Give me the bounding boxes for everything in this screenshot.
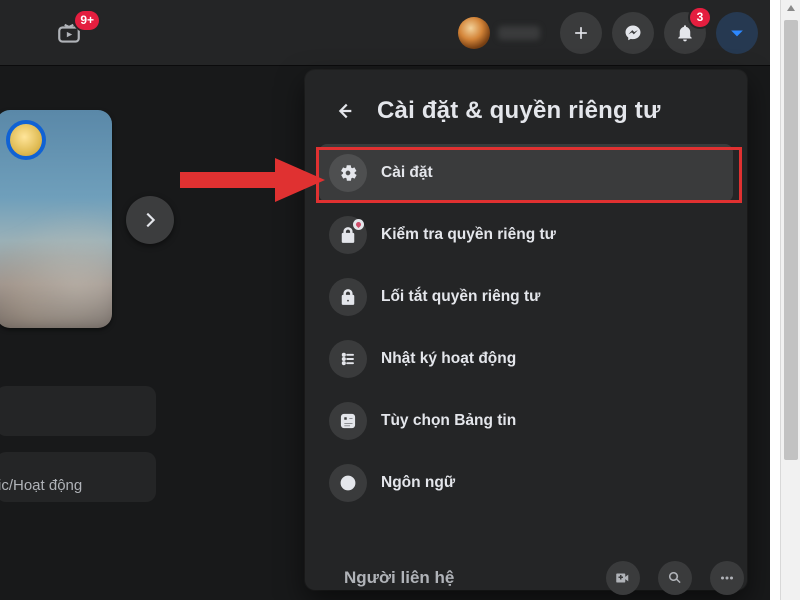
menu-item-activity-log[interactable]: Nhật ký hoạt động — [319, 330, 733, 388]
ellipsis-icon — [718, 569, 736, 587]
bell-icon — [675, 23, 695, 43]
account-menu-button[interactable] — [716, 12, 758, 54]
notifications-button[interactable]: 3 — [664, 12, 706, 54]
menu-item-label: Kiểm tra quyền riêng tư — [381, 226, 556, 244]
scrollbar-thumb[interactable] — [784, 20, 798, 460]
plus-icon — [571, 23, 591, 43]
story-avatar-ring — [6, 120, 46, 160]
back-button[interactable] — [325, 92, 363, 130]
profile-chip[interactable] — [455, 14, 550, 52]
stories-next-button[interactable] — [126, 196, 174, 244]
topbar: 9+ 3 — [0, 0, 770, 66]
panel-title: Cài đặt & quyền riêng tư — [377, 97, 661, 125]
settings-privacy-panel: Cài đặt & quyền riêng tư Cài đặt Kiểm tr… — [305, 70, 747, 590]
watch-badge: 9+ — [75, 11, 99, 30]
lock-icon — [329, 278, 367, 316]
menu-item-privacy-shortcuts[interactable]: Lối tắt quyền riêng tư — [319, 268, 733, 326]
avatar — [458, 17, 490, 49]
left-truncated-label: ic/Hoạt động — [0, 477, 82, 494]
facebook-frame: 9+ 3 ic/ — [0, 0, 770, 600]
gear-icon — [329, 154, 367, 192]
menu-item-settings[interactable]: Cài đặt — [319, 144, 733, 202]
search-icon — [666, 569, 684, 587]
menu-item-label: Nhật ký hoạt động — [381, 350, 516, 368]
menu-item-newsfeed-prefs[interactable]: Tùy chọn Bảng tin — [319, 392, 733, 450]
left-placeholder-1 — [0, 386, 156, 436]
menu-list: Cài đặt Kiểm tra quyền riêng tư Lối tắt … — [313, 144, 739, 512]
contacts-header: Người liên hệ — [344, 560, 744, 596]
create-button[interactable] — [560, 12, 602, 54]
menu-item-label: Tùy chọn Bảng tin — [381, 412, 516, 430]
messenger-button[interactable] — [612, 12, 654, 54]
browser-scrollbar[interactable] — [780, 0, 800, 600]
messenger-icon — [623, 23, 643, 43]
arrow-right-icon — [139, 209, 161, 231]
menu-item-label: Ngôn ngữ — [381, 474, 455, 492]
video-plus-icon — [614, 569, 632, 587]
story-card[interactable] — [0, 110, 112, 328]
profile-name-blur — [498, 26, 540, 40]
notifications-badge: 3 — [690, 8, 710, 27]
contacts-label: Người liên hệ — [344, 568, 454, 588]
new-room-button[interactable] — [606, 561, 640, 595]
scroll-up-icon — [787, 5, 795, 11]
feed-icon — [329, 402, 367, 440]
caret-down-icon — [727, 23, 747, 43]
lock-heart-icon — [329, 216, 367, 254]
topbar-right: 3 — [455, 12, 758, 54]
menu-item-label: Lối tắt quyền riêng tư — [381, 288, 540, 306]
nav-watch[interactable]: 9+ — [45, 17, 93, 51]
left-placeholder-2[interactable]: ic/Hoạt động — [0, 452, 156, 502]
menu-item-label: Cài đặt — [381, 164, 433, 182]
contacts-options-button[interactable] — [710, 561, 744, 595]
list-icon — [329, 340, 367, 378]
menu-item-privacy-checkup[interactable]: Kiểm tra quyền riêng tư — [319, 206, 733, 264]
arrow-left-icon — [333, 100, 355, 122]
annotation-arrow — [175, 150, 325, 210]
menu-item-language[interactable]: Ngôn ngữ — [319, 454, 733, 512]
search-contacts-button[interactable] — [658, 561, 692, 595]
globe-icon — [329, 464, 367, 502]
